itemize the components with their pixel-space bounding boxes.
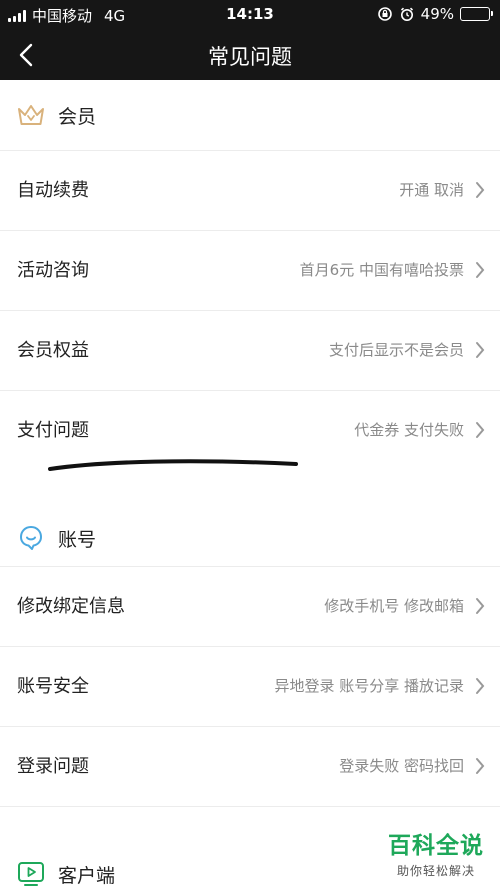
chevron-right-icon xyxy=(476,678,485,694)
section-title-vip: 会员 xyxy=(58,105,97,128)
row-title: 修改绑定信息 xyxy=(17,596,125,617)
watermark-logo: 百科全说 助你轻松解决 xyxy=(388,826,484,879)
status-right: 49% xyxy=(377,5,493,23)
row-title: 自动续费 xyxy=(17,180,89,201)
user-bubble-icon xyxy=(20,526,42,550)
section-header-vip: 会员 xyxy=(0,80,500,150)
page-title: 常见问题 xyxy=(208,45,292,69)
battery-percent: 49% xyxy=(420,5,454,23)
faq-row-auto-renew[interactable]: 自动续费 开通 取消 xyxy=(0,150,500,230)
section-title-account: 账号 xyxy=(58,528,97,551)
watermark-title: 百科全说 xyxy=(388,833,484,859)
row-title: 会员权益 xyxy=(17,340,89,361)
tv-play-icon xyxy=(18,862,44,886)
section-header-account: 账号 xyxy=(0,503,500,573)
underline-annotation xyxy=(48,459,298,471)
faq-row-modify-binding[interactable]: 修改绑定信息 修改手机号 修改邮箱 xyxy=(0,566,500,646)
row-description: 异地登录 账号分享 播放记录 xyxy=(274,677,464,695)
battery-icon xyxy=(460,7,493,21)
row-description: 首月6元 中国有嘻哈投票 xyxy=(299,261,464,279)
chevron-right-icon xyxy=(476,758,485,774)
row-description: 登录失败 密码找回 xyxy=(339,757,464,775)
rotation-lock-icon xyxy=(377,7,392,21)
faq-row-member-benefits[interactable]: 会员权益 支付后显示不是会员 xyxy=(0,310,500,390)
row-title: 账号安全 xyxy=(17,676,89,697)
faq-row-promotion[interactable]: 活动咨询 首月6元 中国有嘻哈投票 xyxy=(0,230,500,310)
chevron-right-icon xyxy=(476,262,485,278)
chevron-right-icon xyxy=(476,182,485,198)
nav-bar: 常见问题 xyxy=(0,30,500,80)
chevron-right-icon xyxy=(476,342,485,358)
row-description: 支付后显示不是会员 xyxy=(328,341,464,359)
status-bar: 中国移动 4G 14:13 49% xyxy=(0,0,500,30)
alarm-icon xyxy=(400,7,413,21)
section-title-client: 客户端 xyxy=(58,865,116,887)
row-title: 支付问题 xyxy=(17,420,89,441)
row-description: 开通 取消 xyxy=(399,181,464,199)
watermark-subtitle: 助你轻松解决 xyxy=(396,864,475,878)
row-description: 代金券 支付失败 xyxy=(354,421,464,439)
row-title: 活动咨询 xyxy=(17,260,89,281)
faq-row-account-security[interactable]: 账号安全 异地登录 账号分享 播放记录 xyxy=(0,646,500,726)
faq-row-login[interactable]: 登录问题 登录失败 密码找回 xyxy=(0,726,500,806)
crown-icon xyxy=(18,105,44,125)
chevron-right-icon xyxy=(476,598,485,614)
chevron-right-icon xyxy=(476,422,485,438)
row-title: 登录问题 xyxy=(17,756,89,777)
row-description: 修改手机号 修改邮箱 xyxy=(324,597,464,615)
